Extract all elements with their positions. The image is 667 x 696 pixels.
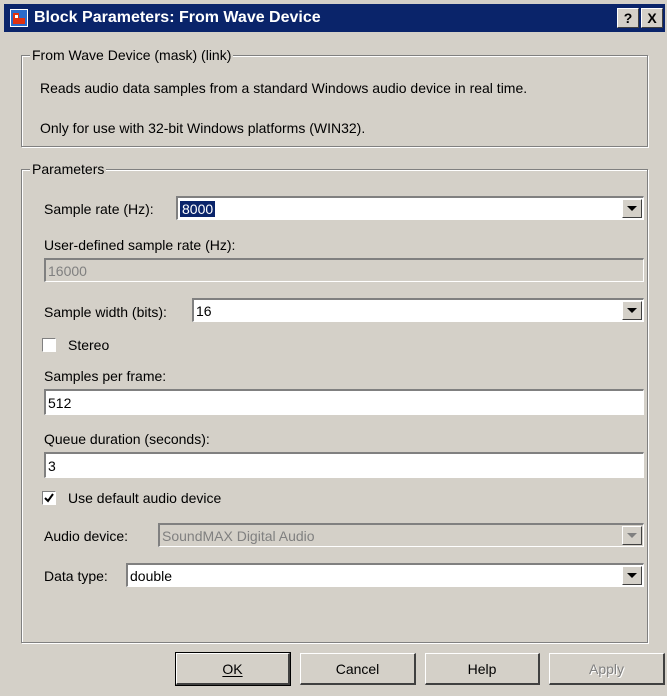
stereo-label[interactable]: Stereo	[68, 337, 109, 353]
samples-per-frame-label: Samples per frame:	[44, 368, 167, 384]
data-type-dropdown[interactable]: double	[126, 563, 644, 587]
data-type-value: double	[130, 567, 173, 584]
parameters-group-title: Parameters	[30, 161, 107, 177]
simulink-block-icon	[10, 9, 28, 27]
chevron-down-icon[interactable]	[622, 301, 642, 320]
ok-button[interactable]: OK	[175, 652, 291, 686]
help-button[interactable]: Help	[425, 653, 540, 685]
sample-width-value: 16	[196, 302, 212, 319]
parameters-group: Parameters Sample rate (Hz): 8000 User-d…	[21, 161, 648, 643]
chevron-down-icon[interactable]	[622, 199, 642, 218]
sample-rate-dropdown[interactable]: 8000	[176, 196, 644, 220]
use-default-device-checkbox[interactable]	[42, 491, 56, 505]
samples-per-frame-input[interactable]: 512	[44, 389, 644, 415]
queue-duration-value: 3	[48, 457, 56, 474]
close-button[interactable]: X	[641, 8, 663, 28]
window-title: Block Parameters: From Wave Device	[34, 9, 321, 26]
help-button-label: Help	[467, 660, 497, 677]
user-defined-rate-value: 16000	[48, 262, 87, 279]
ok-button-label: OK	[222, 660, 243, 677]
user-defined-rate-label: User-defined sample rate (Hz):	[44, 237, 236, 253]
data-type-label: Data type:	[44, 568, 108, 584]
checkmark-icon	[44, 493, 54, 503]
use-default-device-label[interactable]: Use default audio device	[68, 490, 221, 506]
title-bar[interactable]: Block Parameters: From Wave Device ? X	[4, 4, 665, 32]
audio-device-dropdown: SoundMAX Digital Audio	[158, 523, 644, 547]
chevron-down-icon	[622, 526, 642, 545]
apply-button: Apply	[549, 653, 665, 685]
mask-description-line2: Only for use with 32-bit Windows platfor…	[40, 120, 366, 136]
sample-rate-label: Sample rate (Hz):	[44, 201, 154, 217]
mask-description-line1: Reads audio data samples from a standard…	[40, 80, 528, 96]
stereo-checkbox[interactable]	[42, 338, 56, 352]
chevron-down-icon[interactable]	[622, 566, 642, 585]
audio-device-value: SoundMAX Digital Audio	[162, 527, 315, 544]
dialog-window: Block Parameters: From Wave Device ? X F…	[0, 0, 667, 696]
queue-duration-label: Queue duration (seconds):	[44, 431, 210, 447]
user-defined-rate-input: 16000	[44, 258, 644, 282]
queue-duration-input[interactable]: 3	[44, 452, 644, 478]
sample-rate-value: 8000	[178, 199, 217, 218]
cancel-button-label: Cancel	[335, 660, 380, 677]
mask-group-title: From Wave Device (mask) (link)	[30, 47, 234, 63]
apply-button-label: Apply	[588, 660, 625, 677]
context-help-button[interactable]: ?	[617, 8, 639, 28]
samples-per-frame-value: 512	[48, 394, 72, 411]
sample-width-dropdown[interactable]: 16	[192, 298, 644, 322]
cancel-button[interactable]: Cancel	[300, 653, 416, 685]
mask-description-group: From Wave Device (mask) (link) Reads aud…	[21, 47, 648, 147]
sample-width-label: Sample width (bits):	[44, 304, 167, 320]
audio-device-label: Audio device:	[44, 528, 129, 544]
